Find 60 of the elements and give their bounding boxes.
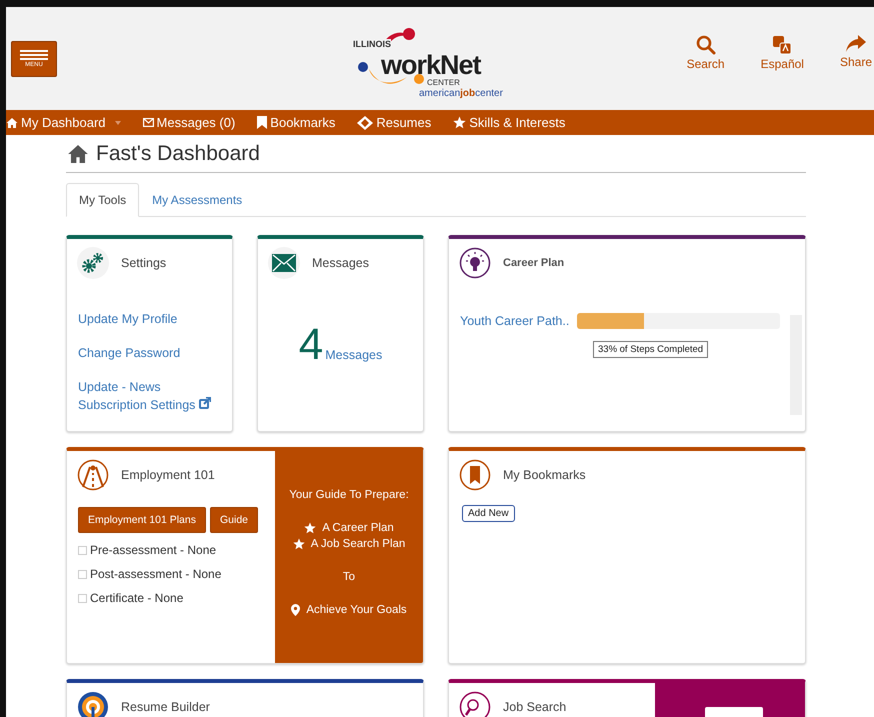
- bookmark-icon: [459, 459, 491, 491]
- card-title: Job Search: [503, 700, 566, 714]
- page-title: Fast's Dashboard: [96, 142, 260, 166]
- tab[interactable]: My Assessments: [139, 183, 256, 217]
- guide-heading: Your Guide To Prepare:: [289, 488, 409, 503]
- checklist-label: Pre-assessment - None: [90, 543, 216, 557]
- card-title: My Bookmarks: [503, 468, 586, 482]
- nav-item[interactable]: Bookmarks: [257, 115, 336, 130]
- guide-text: To: [342, 570, 356, 585]
- lightbulb-icon: [459, 247, 491, 279]
- card-title: Settings: [121, 256, 166, 270]
- settings-link[interactable]: Change Password: [78, 344, 220, 362]
- home-icon: [6, 116, 18, 128]
- checkbox[interactable]: [78, 570, 87, 578]
- logo-text: ILLINOIS: [353, 39, 391, 49]
- star-icon: [453, 116, 466, 129]
- envelope-icon: [272, 254, 296, 272]
- settings-link[interactable]: Update - News Subscription Settings: [78, 378, 220, 414]
- road-icon: [77, 459, 109, 491]
- star-icon: [292, 538, 305, 550]
- header-action-button[interactable]: Share: [840, 35, 872, 71]
- message-count: 4: [298, 320, 324, 370]
- nav-item[interactable]: Skills & Interests: [453, 115, 566, 130]
- career-path-link[interactable]: Youth Career Path..: [460, 314, 570, 328]
- envelope-icon: [142, 118, 154, 127]
- translate-icon: [772, 35, 792, 55]
- nav-item[interactable]: Messages (0): [142, 115, 236, 130]
- checkbox[interactable]: [78, 546, 87, 554]
- add-new-button[interactable]: Add New: [462, 505, 515, 522]
- home-icon: [68, 144, 88, 162]
- employment-button[interactable]: Employment 101 Plans: [78, 507, 206, 533]
- card-title: Employment 101: [121, 468, 215, 482]
- map-pin-icon: [291, 604, 300, 616]
- card-title: Resume Builder: [121, 700, 210, 714]
- guide-item: Achieve Your Goals: [306, 603, 407, 618]
- guide-item: A Job Search Plan: [310, 537, 406, 552]
- logo-tagline: americanjobcenter: [419, 88, 503, 99]
- diamond-tag-icon: [357, 116, 374, 130]
- checklist-label: Post-assessment - None: [90, 567, 222, 581]
- nav-item[interactable]: Resumes: [357, 115, 432, 130]
- search-icon: [696, 35, 716, 55]
- star-icon: [304, 522, 316, 534]
- header-action-button[interactable]: Search: [686, 35, 725, 71]
- logo-wordmark: workNet: [381, 52, 481, 79]
- bookmark-icon: [257, 116, 268, 129]
- guide-item: A Career Plan: [322, 521, 394, 536]
- card-title: Career Plan: [503, 257, 564, 269]
- tab[interactable]: My Tools: [66, 183, 140, 217]
- card-title: Messages: [312, 256, 369, 270]
- checklist-label: Certificate - None: [90, 591, 184, 605]
- nav-item[interactable]: My Dashboard: [6, 115, 121, 130]
- settings-link[interactable]: Update My Profile: [78, 310, 220, 328]
- messages-link[interactable]: Messages: [325, 348, 382, 362]
- checkbox[interactable]: [78, 594, 87, 602]
- share-icon: [846, 35, 866, 53]
- progress-tooltip: 33% of Steps Completed: [593, 341, 708, 358]
- employment-button[interactable]: Guide: [210, 507, 258, 533]
- header-action-button[interactable]: Español: [760, 35, 804, 71]
- logo-text: CENTER: [427, 78, 460, 87]
- gears-icon: [81, 252, 105, 274]
